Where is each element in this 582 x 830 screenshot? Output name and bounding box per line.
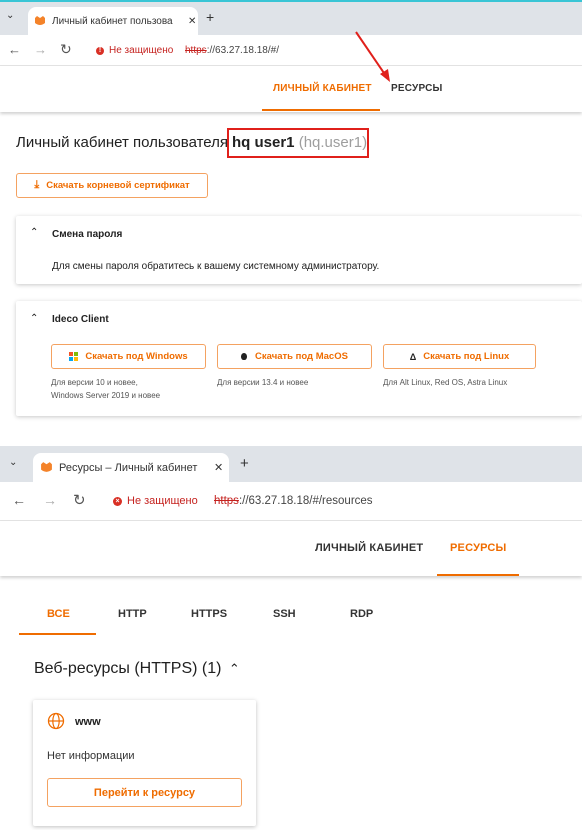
download-linux-button[interactable]: Δ Скачать под Linux — [383, 344, 536, 369]
macos-button-label: Скачать под MacOS — [255, 351, 348, 362]
browser-tab[interactable]: Личный кабинет пользова ✕ — [28, 7, 198, 35]
section-title[interactable]: Веб-ресурсы (HTTPS) (1) ⌃ — [34, 660, 240, 678]
ideco-logo-icon — [35, 16, 45, 25]
security-label: Не защищено — [109, 45, 174, 56]
open-resource-button[interactable]: Перейти к ресурсу — [47, 778, 242, 807]
download-icon: ⤓ — [34, 179, 40, 191]
filter-tabs: ВСЕ HTTP HTTPS SSH RDP — [19, 597, 579, 637]
browser-tab-strip: ⌄ Личный кабинет пользова ✕ + — [0, 0, 582, 35]
collapse-icon[interactable]: ⌃ — [30, 313, 38, 324]
filter-tab-https[interactable]: HTTPS — [191, 608, 227, 620]
filter-active-indicator — [19, 633, 96, 635]
security-indicator[interactable]: ! Не защищено — [96, 45, 173, 56]
macos-note: Для версии 13.4 и новее — [217, 376, 308, 389]
forward-icon[interactable]: → — [34, 42, 47, 57]
new-tab-icon[interactable]: + — [206, 9, 214, 25]
warning-icon: × — [113, 496, 122, 506]
section-title-text: Веб-ресурсы (HTTPS) (1) — [34, 660, 222, 677]
password-panel: ⌃ Смена пароля Для смены пароля обратите… — [16, 216, 582, 284]
download-root-cert-button[interactable]: ⤓ Скачать корневой сертификат — [16, 173, 208, 198]
nav-active-indicator — [262, 109, 380, 111]
linux-note-line1: Для Alt Linux, Red OS, Astra Linux — [383, 378, 508, 387]
filter-tab-ssh[interactable]: SSH — [273, 608, 296, 620]
app-header-2: ЛИЧНЫЙ КАБИНЕТ РЕСУРСЫ — [0, 521, 582, 576]
collapse-icon[interactable]: ⌃ — [30, 227, 38, 238]
windows-button-label: Скачать под Windows — [85, 351, 188, 362]
download-windows-button[interactable]: Скачать под Windows — [51, 344, 206, 369]
security-indicator[interactable]: × Не защищено — [113, 495, 198, 507]
nav-active-indicator — [437, 574, 519, 576]
reload-icon[interactable]: ↻ — [73, 491, 86, 509]
password-panel-title[interactable]: Смена пароля — [52, 229, 122, 240]
cert-button-label: Скачать корневой сертификат — [46, 180, 190, 191]
url-field[interactable]: https://63.27.18.18/#/resources — [214, 495, 373, 507]
page-title: Личный кабинет пользователя — [16, 134, 228, 151]
reload-icon[interactable]: ↻ — [60, 41, 72, 58]
address-bar-2: ← → ↻ × Не защищено https://63.27.18.18/… — [0, 482, 582, 521]
title-prefix: Личный кабинет пользователя — [16, 134, 229, 151]
nav-resources[interactable]: РЕСУРСЫ — [391, 83, 442, 94]
resource-name: www — [75, 716, 101, 728]
open-resource-label: Перейти к ресурсу — [93, 786, 196, 799]
windows-note-line2: Windows Server 2019 и новее — [51, 391, 161, 400]
back-icon[interactable]: ← — [12, 492, 26, 508]
back-icon[interactable]: ← — [8, 42, 21, 57]
windows-note: Для версии 10 и новее, Windows Server 20… — [51, 376, 160, 402]
tab-close-icon[interactable]: ✕ — [214, 461, 223, 474]
password-panel-text: Для смены пароля обратитесь к вашему сис… — [52, 261, 380, 272]
resource-card: www Нет информации Перейти к ресурсу — [33, 700, 256, 826]
windows-note-line1: Для версии 10 и новее, — [51, 378, 138, 387]
user-display-name: hq user1 — [232, 134, 295, 151]
linux-icon: Δ — [409, 351, 417, 362]
apple-icon — [241, 353, 248, 360]
filter-tab-http[interactable]: HTTP — [118, 608, 147, 620]
download-macos-button[interactable]: Скачать под MacOS — [217, 344, 372, 369]
window-accent-line — [0, 0, 582, 2]
ideco-client-panel: ⌃ Ideco Client Скачать под Windows Для в… — [16, 301, 582, 416]
url-protocol: https — [185, 45, 207, 56]
url-field[interactable]: https://63.27.18.18/#/ — [185, 45, 279, 56]
collapse-icon[interactable]: ⌃ — [229, 661, 240, 676]
tab-title: Личный кабинет пользова — [52, 15, 173, 27]
url-protocol: https — [214, 495, 239, 507]
url-text: ://63.27.18.18/#/resources — [238, 495, 373, 507]
address-bar: ← → ↻ ! Не защищено https://63.27.18.18/… — [0, 35, 582, 66]
user-login: (hq.user1) — [298, 134, 368, 151]
new-tab-icon[interactable]: + — [240, 455, 249, 472]
filter-tab-all[interactable]: ВСЕ — [47, 608, 70, 620]
annotation-arrow — [355, 31, 390, 82]
tab-list-chevron-icon[interactable]: ⌄ — [6, 10, 14, 21]
linux-button-label: Скачать под Linux — [423, 351, 510, 362]
globe-icon — [47, 712, 65, 730]
tab-title: Ресурсы – Личный кабинет — [59, 461, 198, 474]
windows-icon — [69, 352, 79, 361]
nav-resources[interactable]: РЕСУРСЫ — [450, 542, 507, 554]
security-label: Не защищено — [127, 495, 198, 507]
nav-cabinet[interactable]: ЛИЧНЫЙ КАБИНЕТ — [315, 542, 423, 554]
tab-list-chevron-icon[interactable]: ⌄ — [9, 457, 17, 468]
browser-tab-strip-2: ⌄ Ресурсы – Личный кабинет ✕ + — [0, 446, 582, 482]
macos-note-line1: Для версии 13.4 и новее — [217, 378, 309, 387]
linux-note: Для Alt Linux, Red OS, Astra Linux — [383, 376, 507, 389]
forward-icon[interactable]: → — [43, 492, 57, 508]
warning-icon: ! — [96, 46, 104, 55]
ideco-logo-icon — [41, 462, 52, 472]
client-panel-title[interactable]: Ideco Client — [52, 314, 109, 325]
url-text: ://63.27.18.18/#/ — [206, 45, 279, 56]
resource-info: Нет информации — [47, 750, 135, 762]
tab-close-icon[interactable]: ✕ — [188, 16, 196, 27]
filter-tab-rdp[interactable]: RDP — [350, 608, 373, 620]
user-name: hq user1 (hq.user1) — [232, 134, 367, 151]
app-header: ЛИЧНЫЙ КАБИНЕТ РЕСУРСЫ — [0, 66, 582, 112]
browser-tab[interactable]: Ресурсы – Личный кабинет ✕ — [33, 453, 229, 482]
